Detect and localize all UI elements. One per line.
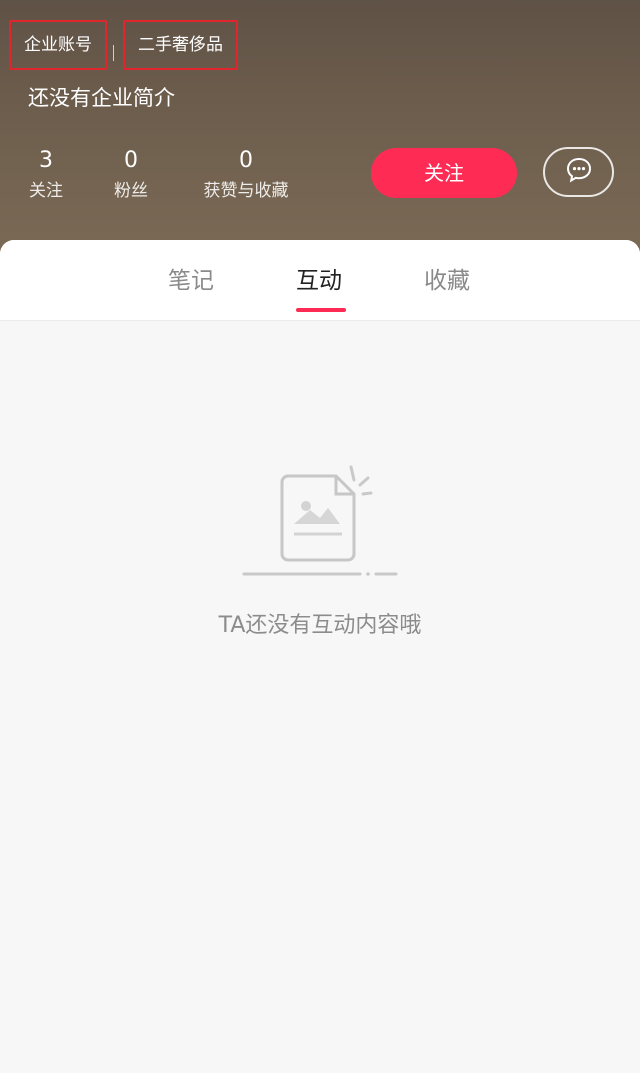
stat-likes-collects-value: 0 — [239, 148, 253, 173]
stat-followers-value: 0 — [124, 148, 138, 173]
empty-document-icon — [236, 458, 406, 588]
message-button[interactable] — [543, 147, 614, 197]
tab-interactions[interactable]: 互动 — [296, 264, 342, 298]
empty-state-message: TA还没有互动内容哦 — [218, 613, 422, 638]
tag-divider — [113, 45, 114, 61]
profile-bio: 还没有企业简介 — [28, 86, 175, 110]
chat-bubble-icon — [564, 155, 594, 189]
category-tag: 二手奢侈品 — [123, 20, 238, 70]
stat-following[interactable]: 3 关注 — [24, 146, 68, 204]
stat-followers-label: 粉丝 — [114, 181, 148, 201]
follow-button[interactable]: 关注 — [371, 148, 517, 198]
tab-notes[interactable]: 笔记 — [168, 264, 214, 298]
enterprise-account-tag: 企业账号 — [9, 20, 107, 70]
active-tab-indicator — [296, 308, 346, 312]
stat-following-value: 3 — [39, 148, 53, 173]
tab-bar: 笔记 互动 收藏 — [0, 240, 640, 321]
content-panel: 笔记 互动 收藏 — [0, 240, 640, 1073]
stat-likes-collects[interactable]: 0 获赞与收藏 — [194, 146, 298, 204]
stat-likes-collects-label: 获赞与收藏 — [203, 181, 289, 201]
stat-following-label: 关注 — [29, 181, 63, 201]
stat-followers[interactable]: 0 粉丝 — [108, 146, 154, 204]
tab-collections[interactable]: 收藏 — [424, 264, 470, 298]
profile-header: 企业账号 二手奢侈品 还没有企业简介 3 关注 0 粉丝 0 获赞与收藏 关注 — [0, 0, 640, 262]
